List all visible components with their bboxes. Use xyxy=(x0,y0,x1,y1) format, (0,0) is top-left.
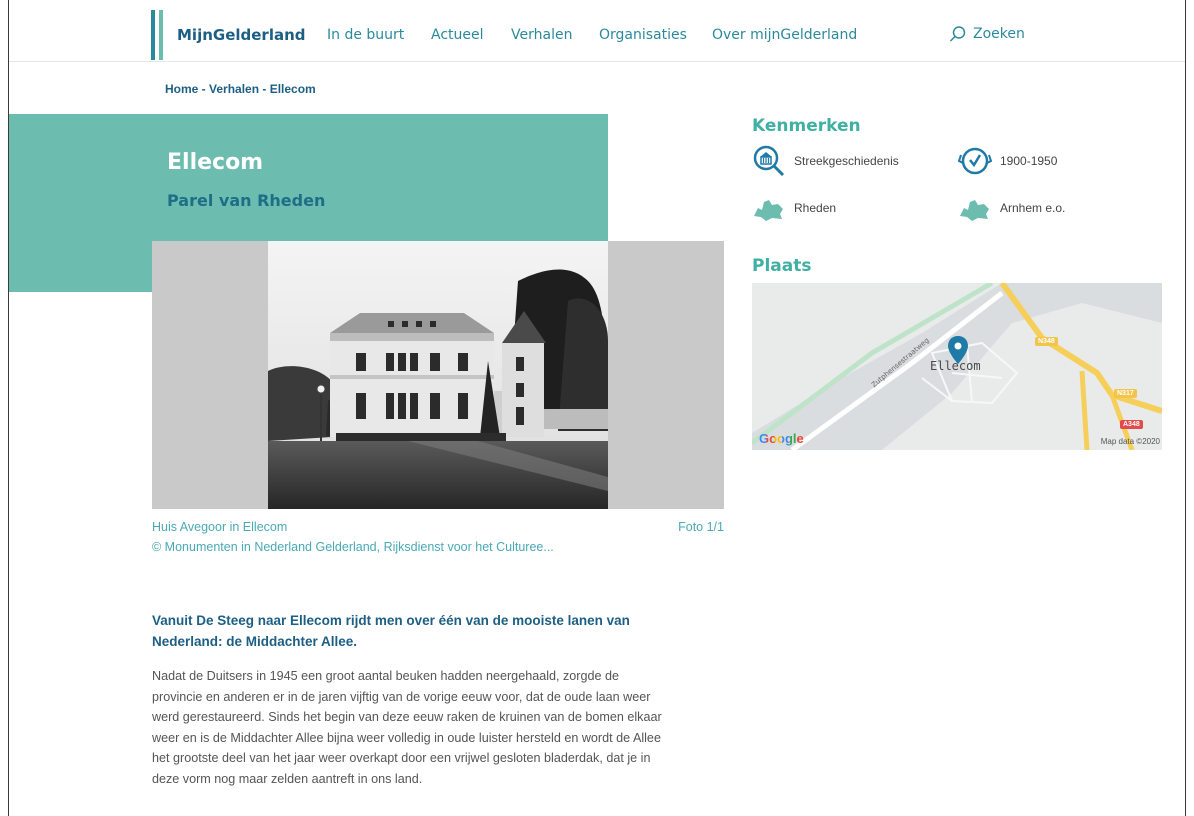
feature-label: 1900-1950 xyxy=(1000,154,1058,168)
magnifier-building-icon xyxy=(753,145,785,177)
search-button[interactable]: Zoeken xyxy=(949,25,1025,43)
nav-over-mijngelderland[interactable]: Over mijnGelderland xyxy=(712,27,857,43)
page-subtitle: Parel van Rheden xyxy=(167,191,326,210)
feature-label: Arnhem e.o. xyxy=(1000,201,1066,215)
feature-streekgeschiedenis[interactable]: Streekgeschiedenis xyxy=(752,145,899,177)
photo-frame[interactable] xyxy=(152,241,724,509)
features-title: Kenmerken xyxy=(752,116,861,136)
brand-name: Gelderland xyxy=(212,26,306,44)
region-map-icon xyxy=(754,200,783,221)
region-map-icon xyxy=(960,200,989,221)
nav-organisaties[interactable]: Organisaties xyxy=(599,27,687,43)
photo-caption: Huis Avegoor in Ellecom Foto 1/1 © Monum… xyxy=(152,517,724,557)
feature-label: Rheden xyxy=(794,201,837,215)
map-attribution[interactable]: Map data ©2020 xyxy=(1101,437,1160,446)
road-shield-n348: N348 xyxy=(1035,337,1058,346)
article-body: Nadat de Duitsers in 1945 een groot aant… xyxy=(152,669,662,786)
place-title: Plaats xyxy=(752,256,812,276)
google-logo-text: Google xyxy=(759,431,804,446)
photo-credit: © Monumenten in Nederland Gelderland, Ri… xyxy=(152,540,554,554)
photo-title: Huis Avegoor in Ellecom xyxy=(152,520,288,534)
nav-actueel[interactable]: Actueel xyxy=(431,27,484,43)
road-shield-n317: N317 xyxy=(1114,389,1137,398)
brand-prefix: Mijn xyxy=(177,26,213,44)
house-photo[interactable] xyxy=(268,241,608,509)
google-logo[interactable]: Google xyxy=(759,431,804,446)
location-map[interactable]: Ellecom Zutphensestraatweg N348 N317 A34… xyxy=(752,283,1162,450)
top-navigation: MijnGelderland In de buurt Actueel Verha… xyxy=(9,0,1185,62)
page-border-right xyxy=(1185,0,1186,816)
breadcrumb[interactable]: Home - Verhalen - Ellecom xyxy=(165,82,316,96)
search-label: Zoeken xyxy=(973,26,1025,42)
photo-counter: Foto 1/1 xyxy=(678,520,724,534)
map-place-label: Ellecom xyxy=(930,359,981,373)
nav-verhalen[interactable]: Verhalen xyxy=(511,27,572,43)
feature-period[interactable]: 1900-1950 xyxy=(958,145,1057,177)
brand-logo[interactable]: MijnGelderland xyxy=(177,26,306,44)
road-shield-a348: A348 xyxy=(1120,420,1143,429)
nav-in-de-buurt[interactable]: In de buurt xyxy=(327,27,404,43)
brand-logo-bars xyxy=(151,10,163,60)
feature-arnhem[interactable]: Arnhem e.o. xyxy=(958,194,1065,222)
search-icon xyxy=(949,26,966,42)
feature-rheden[interactable]: Rheden xyxy=(752,194,836,222)
page-title: Ellecom xyxy=(167,150,264,175)
article-lead: Vanuit De Steeg naar Ellecom rijdt men o… xyxy=(152,613,630,649)
feature-label: Streekgeschiedenis xyxy=(794,154,899,168)
clock-icon xyxy=(958,147,992,175)
